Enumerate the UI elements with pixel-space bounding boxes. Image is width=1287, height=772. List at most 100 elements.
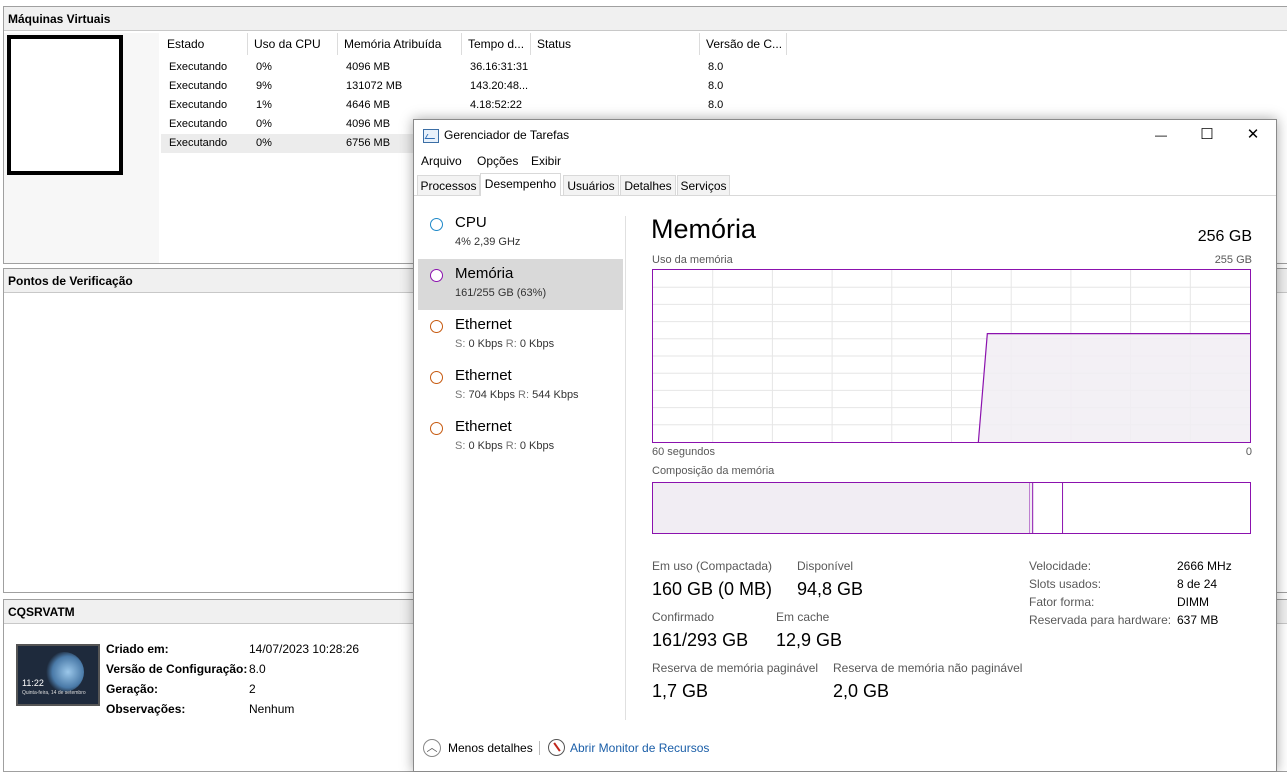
maximize-button[interactable]: ☐: [1184, 120, 1230, 150]
committed-value: 161/293 GB: [652, 630, 749, 650]
table-cell[interactable]: 131072 MB: [338, 77, 402, 96]
table-cell[interactable]: 0%: [248, 115, 272, 134]
send-value: 0 Kbps: [468, 440, 503, 452]
nonpaged-pool-label: Reserva de memória não paginável: [833, 661, 1023, 675]
sidebar-item-subtitle: S: 0 Kbps R: 0 Kbps: [455, 440, 554, 452]
tab-usuarios[interactable]: Usuários: [563, 175, 619, 195]
vm-thumbnail[interactable]: [7, 35, 123, 175]
generation-label: Geração:: [106, 682, 159, 696]
send-value: 0 Kbps: [468, 338, 503, 350]
composition-svg: [653, 483, 1064, 533]
table-cell[interactable]: 4646 MB: [338, 96, 390, 115]
column-header-estado[interactable]: Estado: [161, 33, 248, 55]
minimize-button[interactable]: —: [1138, 120, 1184, 150]
column-header-memoria[interactable]: Memória Atribuída: [338, 33, 462, 55]
table-cell[interactable]: 4096 MB: [338, 58, 390, 77]
table-cell[interactable]: Executando: [161, 58, 227, 77]
title-bar[interactable]: Gerenciador de Tarefas — ☐ ✕: [414, 120, 1276, 150]
ethernet-indicator-icon: [430, 320, 443, 333]
table-cell[interactable]: 1%: [248, 96, 272, 115]
usage-graph-max: 255 GB: [1214, 254, 1252, 266]
table-cell[interactable]: Executando: [161, 134, 227, 153]
in-use-label: Em uso (Compactada): [652, 559, 773, 573]
receive-label: R:: [518, 389, 530, 401]
table-cell[interactable]: 36.16:31:31: [462, 58, 528, 77]
sidebar-item-title: Ethernet: [455, 367, 512, 384]
column-header-tempo[interactable]: Tempo d...: [462, 33, 531, 55]
table-cell[interactable]: 9%: [248, 77, 272, 96]
form-factor-value: DIMM: [1177, 595, 1209, 609]
table-cell[interactable]: 0%: [248, 58, 272, 77]
tab-strip: Processos Desempenho Usuários Detalhes S…: [414, 173, 1276, 196]
memory-usage-graph: [652, 269, 1251, 443]
sidebar-item-memory[interactable]: Memória 161/255 GB (63%): [418, 259, 623, 310]
column-header-versao[interactable]: Versão de C...: [700, 33, 787, 55]
close-button[interactable]: ✕: [1230, 120, 1276, 150]
receive-value: 0 Kbps: [519, 338, 555, 350]
memory-total: 256 GB: [1197, 228, 1252, 245]
open-resource-monitor-link[interactable]: Abrir Monitor de Recursos: [570, 741, 709, 755]
sidebar-item-subtitle: S: 704 Kbps R: 544 Kbps: [455, 389, 579, 401]
table-cell[interactable]: 8.0: [700, 77, 723, 96]
composition-label: Composição da memória: [652, 465, 775, 477]
sidebar-item-subtitle: 161/255 GB (63%): [455, 287, 547, 299]
cpu-indicator-icon: [430, 218, 443, 231]
menu-arquivo[interactable]: Arquivo: [421, 154, 462, 168]
sidebar-item-title: Ethernet: [455, 418, 512, 435]
table-cell[interactable]: 8.0: [700, 96, 723, 115]
menu-exibir[interactable]: Exibir: [531, 154, 561, 168]
composition-in-use[interactable]: [653, 483, 1030, 533]
table-cell[interactable]: 143.20:48...: [462, 77, 528, 96]
tab-processos[interactable]: Processos: [417, 175, 480, 195]
nonpaged-pool-value: 2,0 GB: [833, 681, 890, 701]
send-value: 704 Kbps: [468, 389, 515, 401]
send-label: S:: [455, 440, 466, 452]
sidebar-divider: [625, 216, 626, 720]
sidebar-item-title: Memória: [455, 265, 514, 282]
menu-opcoes[interactable]: Opções: [477, 154, 518, 168]
tab-servicos[interactable]: Serviços: [677, 175, 730, 195]
hardware-reserved-value: 637 MB: [1177, 613, 1219, 627]
sidebar-item-ethernet-1[interactable]: Ethernet S: 0 Kbps R: 0 Kbps: [418, 310, 623, 361]
sidebar-item-ethernet-3[interactable]: Ethernet S: 0 Kbps R: 0 Kbps: [418, 412, 623, 463]
table-cell[interactable]: 0%: [248, 134, 272, 153]
thumbnail-clock: 11:22: [22, 678, 44, 688]
slots-value: 8 de 24: [1177, 577, 1218, 591]
graph-x-left-label: 60 segundos: [652, 446, 715, 458]
ethernet-indicator-icon: [430, 422, 443, 435]
fewer-details-button[interactable]: Menos detalhes: [448, 741, 533, 755]
column-header-status[interactable]: Status: [531, 33, 700, 55]
sidebar-item-cpu[interactable]: CPU 4% 2,39 GHz: [418, 208, 623, 259]
table-cell[interactable]: Executando: [161, 115, 227, 134]
vm-preview-thumbnail[interactable]: 11:22 Quinta-feira, 14 de setembro: [16, 644, 100, 706]
created-value: 14/07/2023 10:28:26: [249, 642, 360, 656]
column-header-cpu[interactable]: Uso da CPU: [248, 33, 338, 55]
memory-indicator-icon: [430, 269, 443, 282]
graph-x-right-label: 0: [1245, 446, 1252, 458]
table-cell[interactable]: 4096 MB: [338, 115, 390, 134]
send-label: S:: [455, 338, 466, 350]
window-title: Gerenciador de Tarefas: [444, 128, 570, 142]
table-cell[interactable]: Executando: [161, 77, 227, 96]
sidebar-item-subtitle: 4% 2,39 GHz: [455, 236, 521, 248]
cached-label: Em cache: [776, 610, 830, 624]
tab-desempenho[interactable]: Desempenho: [480, 173, 561, 196]
thumbnail-date: Quinta-feira, 14 de setembro: [22, 690, 86, 696]
vm-thumbnail-column: [4, 33, 159, 263]
usage-graph-svg: [653, 270, 1250, 442]
resource-monitor-icon[interactable]: [548, 739, 565, 756]
table-cell[interactable]: 8.0: [700, 58, 723, 77]
form-factor-label: Fator forma:: [1029, 595, 1095, 609]
created-label: Criado em:: [106, 642, 169, 656]
table-cell[interactable]: 4.18:52:22: [462, 96, 522, 115]
usage-area: [978, 333, 1250, 442]
table-cell[interactable]: 6756 MB: [338, 134, 390, 153]
sidebar-item-ethernet-2[interactable]: Ethernet S: 704 Kbps R: 544 Kbps: [418, 361, 623, 412]
sidebar-item-subtitle: S: 0 Kbps R: 0 Kbps: [455, 338, 554, 350]
chevron-up-icon[interactable]: ︿: [423, 739, 441, 757]
table-cell[interactable]: Executando: [161, 96, 227, 115]
menu-bar: Arquivo Opções Exibir: [414, 150, 1276, 172]
wallpaper-graphic: [44, 652, 84, 692]
tab-detalhes[interactable]: Detalhes: [620, 175, 676, 195]
speed-label: Velocidade:: [1029, 559, 1092, 573]
